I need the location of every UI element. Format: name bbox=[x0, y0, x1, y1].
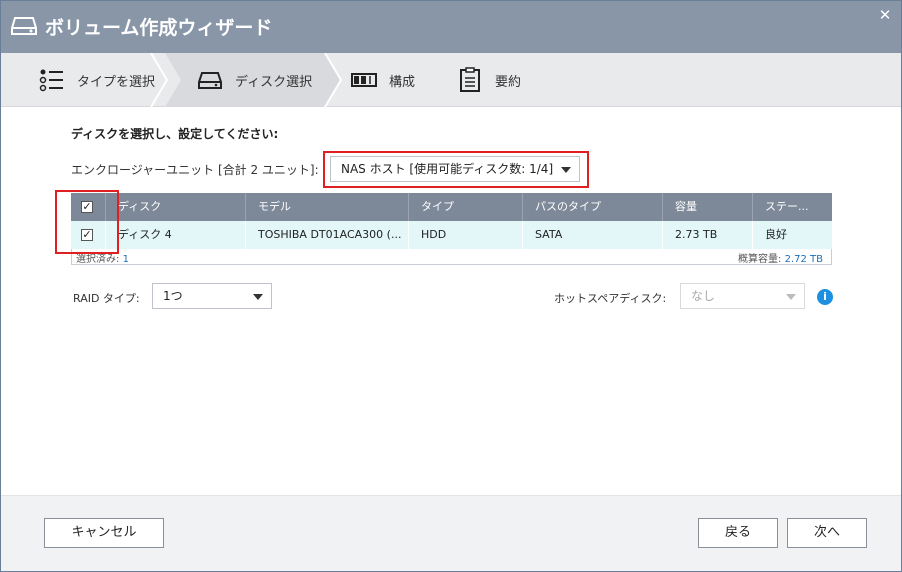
hard-drive-icon bbox=[11, 17, 37, 35]
raid-type-select[interactable]: 1つ bbox=[152, 283, 272, 309]
disk-icon bbox=[198, 72, 222, 89]
page-heading: ディスクを選択し、設定してください: bbox=[71, 127, 279, 141]
column-header[interactable]: 容量 bbox=[662, 193, 752, 221]
step-summary[interactable]: 要約 bbox=[457, 53, 521, 107]
raid-type-value: 1つ bbox=[163, 289, 183, 303]
type-cell: HDD bbox=[408, 221, 522, 249]
back-button[interactable]: 戻る bbox=[698, 518, 778, 548]
hot-spare-select[interactable]: なし bbox=[680, 283, 805, 309]
column-header[interactable]: タイプ bbox=[408, 193, 522, 221]
capacity-cell: 2.73 TB bbox=[662, 221, 752, 249]
wizard-footer: キャンセル 戻る 次へ bbox=[1, 495, 901, 571]
highlight-box bbox=[55, 190, 119, 254]
path-type-cell: SATA bbox=[522, 221, 662, 249]
cancel-button[interactable]: キャンセル bbox=[44, 518, 164, 548]
hot-spare-value: なし bbox=[691, 289, 716, 303]
chevron-down-icon bbox=[253, 294, 263, 300]
wizard-steps: タイプを選択 ディスク選択 構成 要約 bbox=[1, 53, 901, 107]
column-header[interactable]: パスのタイプ bbox=[522, 193, 662, 221]
highlight-box bbox=[323, 151, 589, 188]
table-header: ✓ ディスク モデル タイプ パスのタイプ 容量 ステー... bbox=[71, 193, 832, 221]
chevron-down-icon bbox=[786, 294, 796, 300]
next-button[interactable]: 次へ bbox=[787, 518, 867, 548]
list-icon bbox=[39, 69, 63, 92]
config-icon bbox=[351, 73, 377, 87]
capacity-value: 2.72 TB bbox=[784, 254, 823, 265]
column-header[interactable]: ディスク bbox=[105, 193, 245, 221]
enclosure-label: エンクロージャーユニット [合計 2 ユニット]: bbox=[71, 163, 319, 177]
step-configure[interactable]: 構成 bbox=[351, 53, 415, 107]
selected-label: 選択済み: bbox=[76, 254, 120, 265]
wizard-window: ボリューム作成ウィザード ✕ タイプを選択 ディスク選択 構成 要約 ディスクを… bbox=[0, 0, 902, 572]
step-label: 要約 bbox=[495, 74, 522, 90]
status-cell: 良好 bbox=[752, 221, 832, 249]
capacity-summary: 概算容量: 2.72 TB bbox=[738, 250, 823, 265]
selected-count: 1 bbox=[122, 254, 129, 265]
step-select-type[interactable]: タイプを選択 bbox=[39, 53, 155, 107]
summary-icon bbox=[460, 67, 480, 92]
step-disk-select[interactable]: ディスク選択 bbox=[197, 53, 312, 107]
info-icon[interactable]: i bbox=[817, 289, 833, 305]
close-icon[interactable]: ✕ bbox=[877, 7, 893, 23]
disk-cell: ディスク 4 bbox=[105, 221, 245, 249]
title-bar: ボリューム作成ウィザード ✕ bbox=[1, 1, 901, 53]
capacity-label: 概算容量: bbox=[738, 254, 782, 265]
table-footer: 選択済み: 1 概算容量: 2.72 TB bbox=[71, 249, 832, 265]
column-header[interactable]: モデル bbox=[245, 193, 408, 221]
hot-spare-label: ホットスペアディスク: bbox=[554, 292, 667, 305]
step-divider bbox=[324, 53, 343, 107]
window-title: ボリューム作成ウィザード bbox=[45, 17, 273, 39]
step-label: タイプを選択 bbox=[77, 74, 156, 90]
model-cell: TOSHIBA DT01ACA300 (... bbox=[245, 221, 408, 249]
raid-type-label: RAID タイプ: bbox=[73, 292, 140, 305]
step-label: ディスク選択 bbox=[235, 74, 313, 90]
step-label: 構成 bbox=[389, 74, 416, 90]
column-header[interactable]: ステー... bbox=[752, 193, 832, 221]
table-row[interactable]: ✓ ディスク 4 TOSHIBA DT01ACA300 (... HDD SAT… bbox=[71, 221, 832, 249]
